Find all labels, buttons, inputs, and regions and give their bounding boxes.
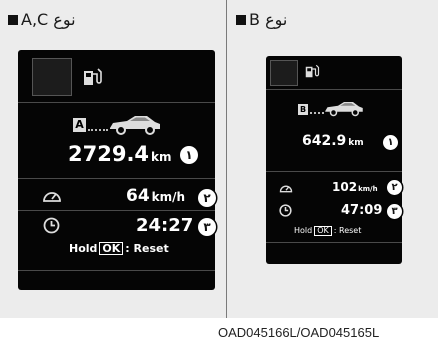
trip-distance-unit: km [348,138,364,148]
trip-display-a: A 2729.4 km ١ 64 km/h ٢ 24:27 ٣ Hold OK: Re… [18,50,216,290]
separator-line [266,242,402,243]
trip-display-b: B 642.9 km ١ 102km/h ٢ 47:09 ٣ Hold OK: Re… [266,56,402,264]
separator-line [18,178,215,179]
speedometer-icon [43,192,61,202]
panel-a-title: A,C نوع [8,10,76,29]
callout-badge-3: ٣ [198,218,216,236]
average-speed: 64 km/h [126,186,185,206]
average-speed-value: 64 [126,186,150,206]
panel-b-square-marker [236,15,246,25]
average-speed-value: 102 [332,180,358,194]
separator-line [266,89,402,90]
status-box [270,60,298,86]
fuel-pump-icon [84,68,102,85]
callout-badge-1: ١ [383,135,398,150]
callout-badge-2: ٢ [387,180,402,195]
ok-key: OK [314,226,332,236]
reset-label: : Reset [125,242,169,255]
callout-badge-1: ١ [180,146,198,164]
clock-icon [43,217,60,234]
trip-distance-value: 2729.4 [68,142,150,166]
elapsed-time: 47:09 [341,203,383,218]
trip-distance: 642.9 km [302,133,364,149]
elapsed-time: 24:27 [136,215,194,236]
average-speed-unit: km/h [358,185,378,193]
separator-line [18,270,215,271]
hold-label: Hold [69,242,98,255]
panel-a-title-text: A,C نوع [21,10,76,29]
panel-a-square-marker [8,15,18,25]
trip-distance-unit: km [151,150,172,164]
callout-badge-2: ٢ [198,189,216,207]
clock-icon [279,204,292,217]
panel-b-title: B نوع [236,10,287,29]
trip-distance: 2729.4 km [68,142,172,166]
average-speed-unit: km/h [151,190,186,204]
car-icon [110,116,160,135]
separator-line [18,210,215,211]
panel-b-title-text: B نوع [249,10,288,29]
trip-distance-value: 642.9 [302,133,347,149]
callout-badge-3: ٣ [387,204,402,219]
hold-reset-hint: Hold OK: Reset [294,226,361,236]
speedometer-icon [279,185,293,193]
figure-code: OAD045166L/OAD045165L [218,325,380,340]
average-speed: 102km/h [332,180,378,194]
car-type-tag: B [298,104,308,115]
separator-line [266,171,402,172]
car-icon [325,102,363,117]
separator-line [18,102,215,103]
dotted-connector [310,112,324,114]
dotted-connector [88,129,108,131]
reset-label: : Reset [333,226,362,235]
panel-divider [226,0,227,318]
ok-key: OK [99,242,124,255]
status-box [32,58,72,96]
fuel-pump-icon [305,64,320,78]
hold-label: Hold [294,226,313,235]
car-type-tag: A [73,118,86,132]
hold-reset-hint: Hold OK: Reset [69,242,169,255]
